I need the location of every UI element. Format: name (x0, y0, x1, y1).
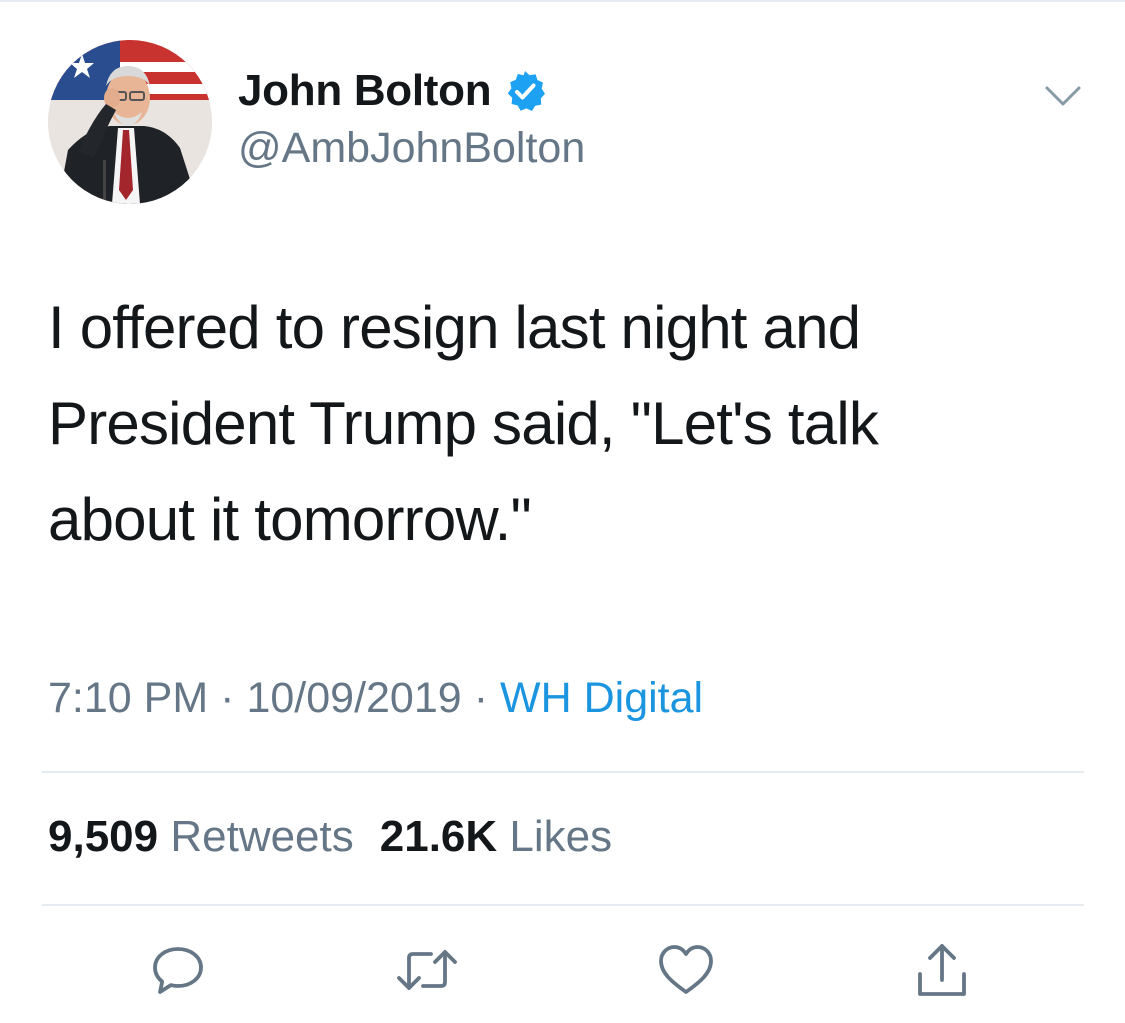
likes-label: Likes (509, 812, 613, 861)
author-handle[interactable]: @AmbJohnBolton (238, 124, 585, 173)
top-divider (0, 0, 1125, 2)
share-icon (918, 944, 966, 996)
retweet-icon (397, 950, 457, 990)
tweet-text: I offered to resign last night and Presi… (48, 294, 879, 553)
share-button[interactable] (910, 938, 974, 1002)
tweet-time[interactable]: 7:10 PM (48, 674, 208, 722)
retweets-stat[interactable]: 9,509 Retweets (48, 812, 354, 861)
stats-top-divider (42, 771, 1084, 773)
like-icon (659, 945, 713, 994)
actions-top-divider (42, 904, 1084, 906)
tweet-date[interactable]: 10/09/2019 (246, 674, 461, 722)
chevron-down-icon (1045, 86, 1081, 106)
meta-separator: · (220, 674, 235, 722)
reply-button[interactable] (146, 938, 210, 1002)
likes-stat[interactable]: 21.6K Likes (380, 812, 612, 861)
profile-avatar[interactable] (48, 40, 212, 204)
verified-badge-icon (503, 69, 547, 113)
reply-icon (153, 947, 203, 994)
likes-count: 21.6K (379, 812, 498, 861)
retweets-count: 9,509 (48, 812, 159, 861)
author-display-name[interactable]: John Bolton (238, 66, 492, 116)
retweet-button[interactable] (395, 938, 459, 1002)
tweet-stats: 9,509 Retweets 21.6K Likes (48, 812, 612, 862)
more-options-button[interactable] (1043, 80, 1083, 110)
like-button[interactable] (654, 938, 718, 1002)
retweets-label: Retweets (170, 812, 354, 861)
meta-separator-2: · (473, 674, 489, 722)
tweet-meta: 7:10 PM · 10/09/2019 · WH Digital (48, 674, 703, 723)
profile-photo-icon (48, 40, 212, 204)
tweet-source-link[interactable]: WH Digital (500, 674, 703, 722)
author-name-row[interactable]: John Bolton (238, 64, 547, 118)
